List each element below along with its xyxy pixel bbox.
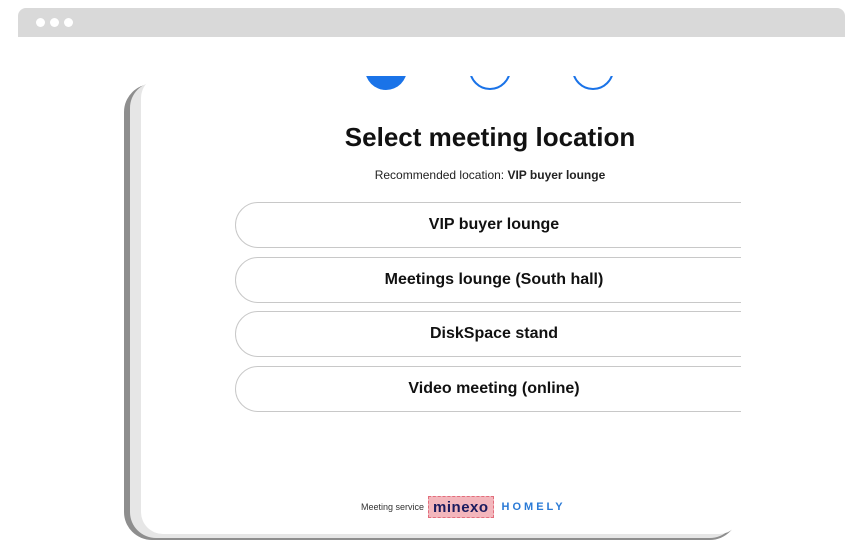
recommended-location: Recommended location: VIP buyer lounge [141,168,741,182]
page-title: Select meeting location [344,122,636,152]
location-option-video[interactable]: Video meeting (online) [235,366,741,412]
recommended-value: VIP buyer lounge [507,168,606,182]
window-maximize-dot[interactable] [64,18,73,27]
minexo-logo: minexo [428,496,494,518]
step-indicator-3 [572,76,614,90]
step-indicator-1 [365,76,407,90]
step-indicator-2 [469,76,511,90]
browser-title-bar [18,8,845,37]
window-close-dot[interactable] [36,18,45,27]
location-option-vip[interactable]: VIP buyer lounge [235,202,741,248]
location-option-diskspace[interactable]: DiskSpace stand [235,311,741,357]
footer-label: Meeting service [361,502,425,512]
location-option-meetings-lounge[interactable]: Meetings lounge (South hall) [235,257,741,303]
footer: Meeting service minexo HOMELY [361,496,566,518]
recommended-label: Recommended location: [374,168,508,182]
window-minimize-dot[interactable] [50,18,59,27]
homely-logo: HOMELY [501,501,566,513]
app-screen: Select meeting location Recommended loca… [141,76,741,534]
